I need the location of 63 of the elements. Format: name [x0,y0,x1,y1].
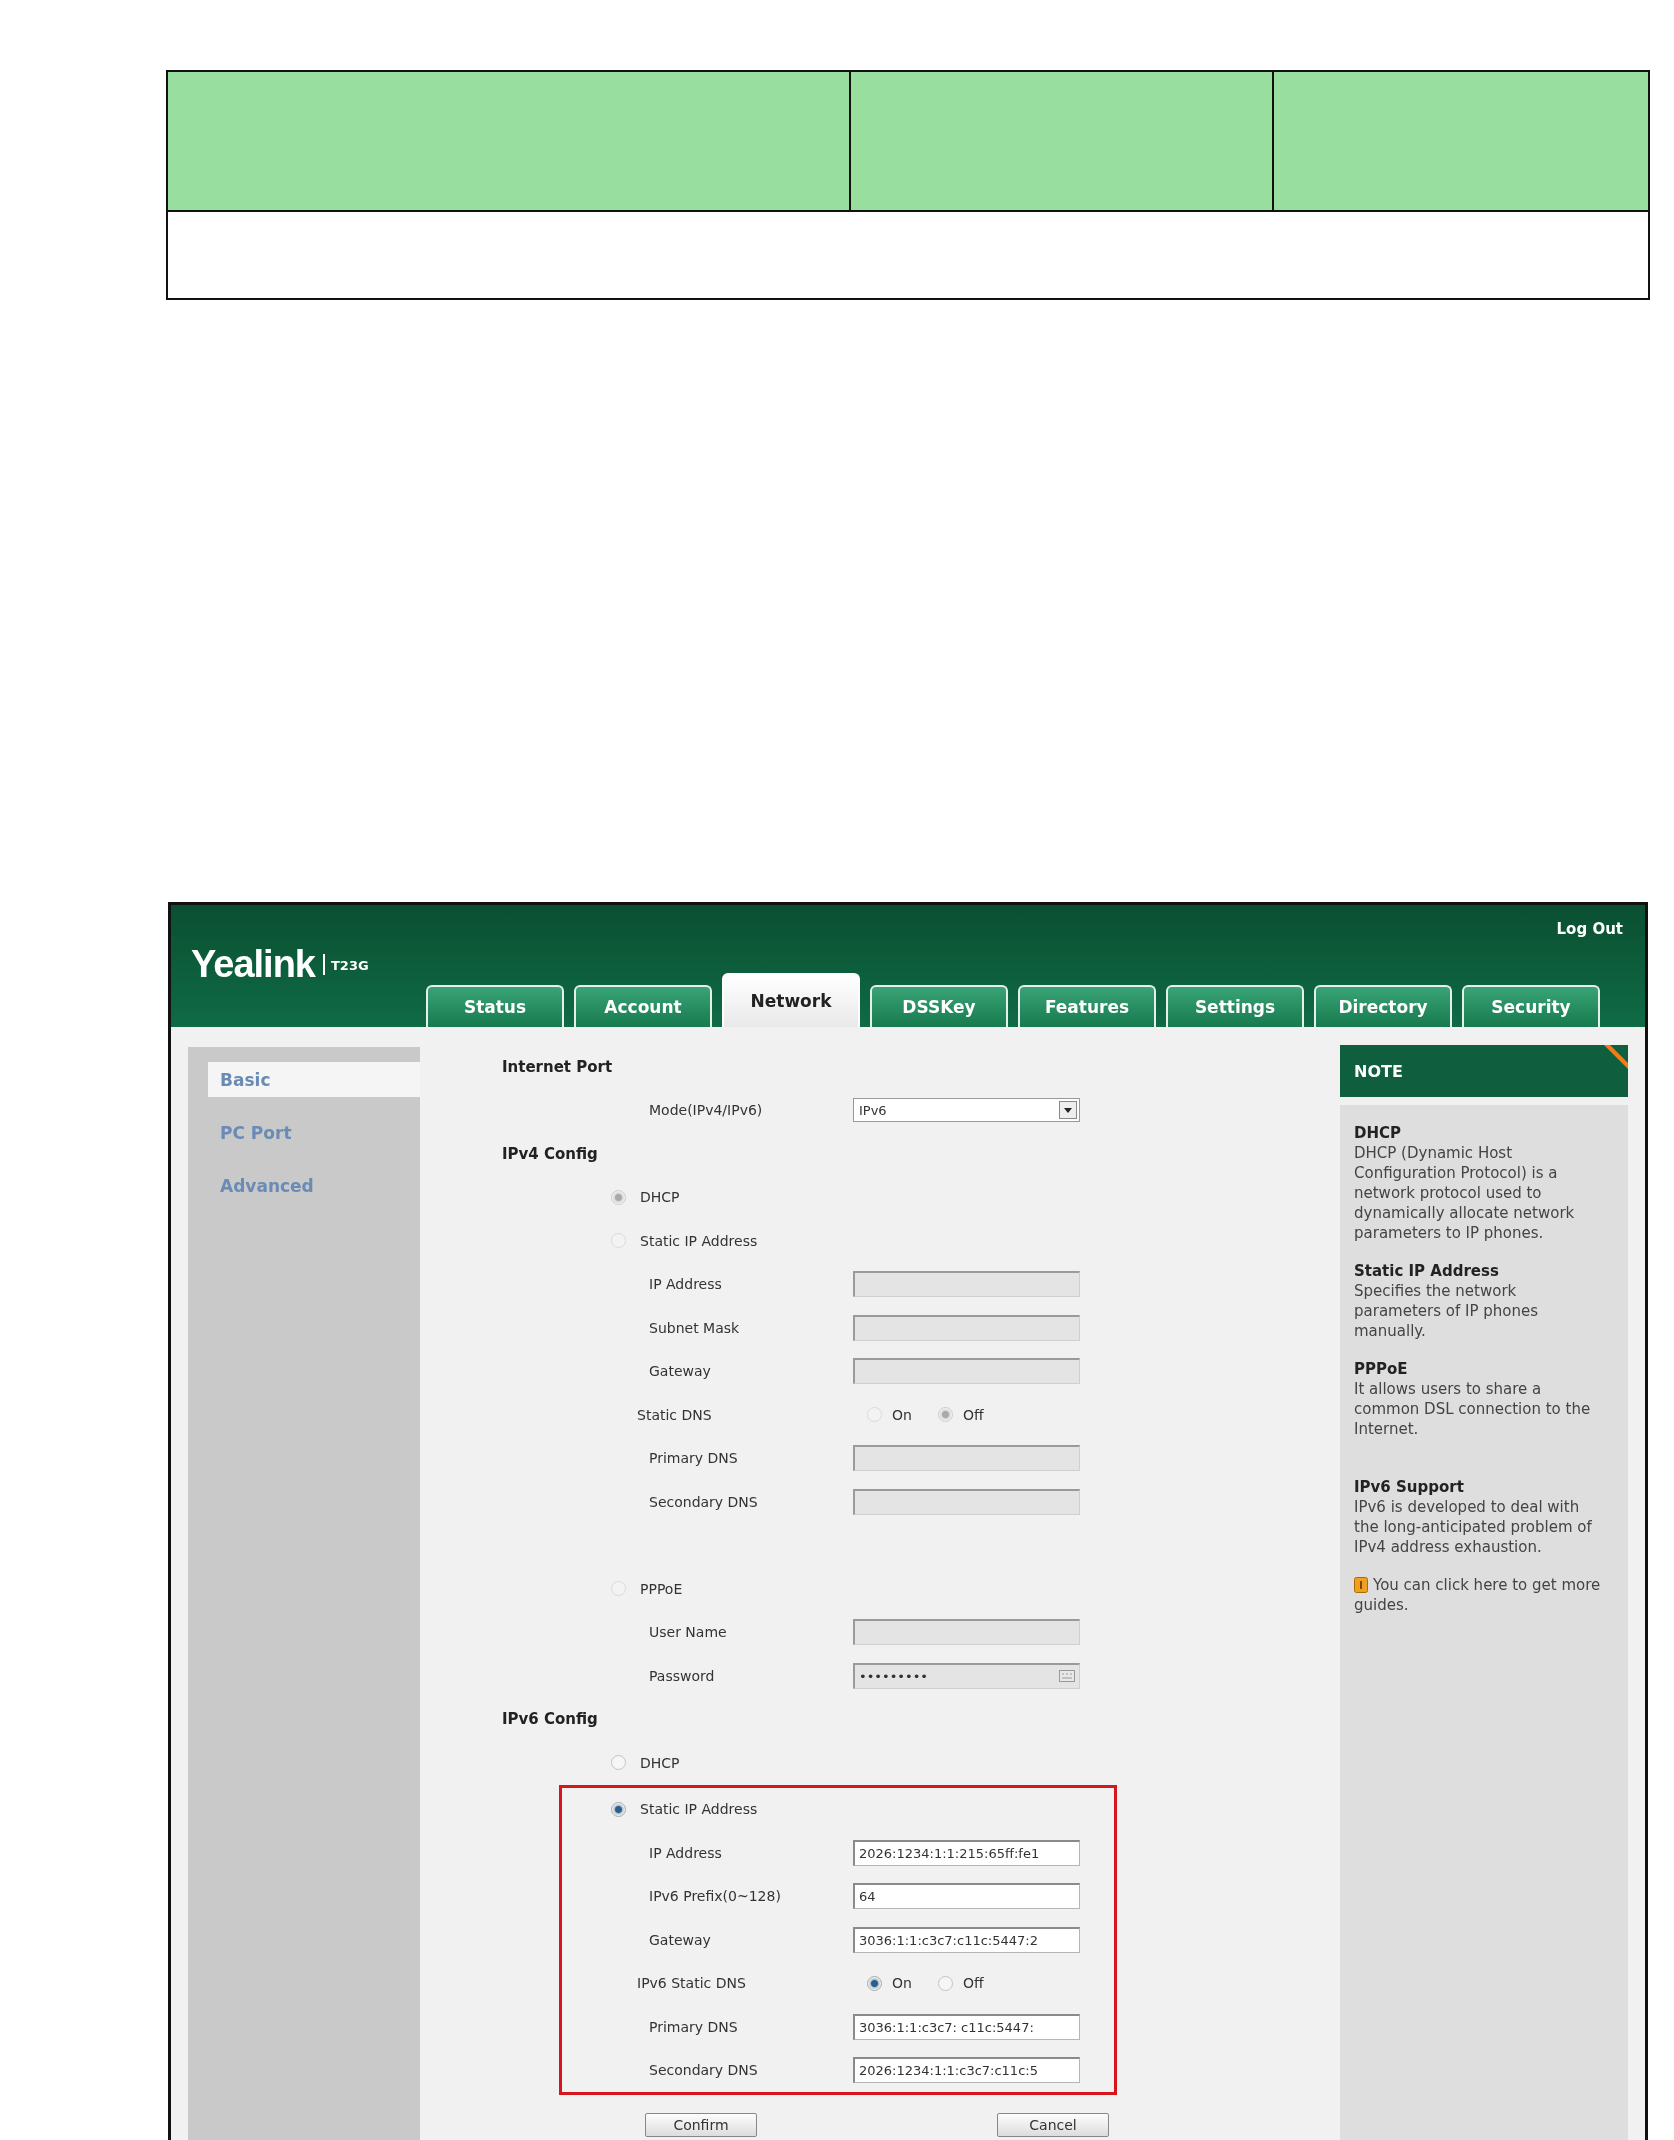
field-label: Password [648,1667,716,1684]
option-label: Off [962,1406,984,1423]
square-icon [1354,1577,1368,1593]
note-text: It allows users to share a common DSL connection to the Internet. [1354,1379,1592,1439]
radio-button[interactable] [937,1975,953,1991]
section-heading: IPv4 Config [501,1143,599,1165]
field-label: Subnet Mask [648,1319,741,1336]
tab[interactable]: DSSKey [870,985,1008,1027]
field-label: Primary DNS [648,2018,739,2035]
input-field[interactable]: 64 [853,1883,1080,1910]
option-label: DHCP [640,1754,680,1771]
option-label: PPPoE [640,1580,683,1597]
note-text: IPv6 is developed to deal with the long-anticipated problem of IPv4 address exhaustion. [1354,1497,1593,1557]
field-label: IP Address [648,1276,723,1293]
option-label: Static IP Address [640,1232,758,1249]
note-heading: IPv6 Support [1354,1477,1465,1497]
field-label: Gateway [648,1931,712,1948]
option-label: DHCP [640,1189,680,1206]
form-button[interactable]: Confirm [645,2113,757,2137]
section-heading: Internet Port [501,1056,614,1078]
field-label: Gateway [648,1363,712,1380]
field-label: Static DNS [636,1406,713,1423]
tab[interactable]: Account [574,985,712,1027]
radio-button[interactable] [611,1801,626,1817]
option-label: On [892,1975,912,1992]
radio-button[interactable] [611,1755,626,1771]
input-field[interactable]: 2026:1234:1:1:215:65ff:fe1 [853,1839,1080,1866]
logo-text: Yealink [191,943,315,986]
field-label: Mode(IPv4/IPv6) [648,1102,764,1119]
radio-button[interactable] [867,1975,882,1991]
field-label: IPv6 Prefix(0~128) [648,1888,782,1905]
note-text: DHCP (Dynamic Host Configuration Protocol) is a network protocol used to dynamically allocate network parameters to IP phones. [1354,1143,1576,1243]
input-field[interactable]: 3036:1:1:c3c7: c11c:5447: [853,2013,1080,2040]
note-heading: DHCP [1354,1123,1402,1143]
input-field[interactable]: 3036:1:1:c3c7:c11c:5447:2 [853,1926,1080,1953]
model-label: T23G [323,954,369,975]
folded-corner-icon [1604,1045,1628,1069]
field-label: Secondary DNS [648,1493,759,1510]
input-field[interactable]: 2026:1234:1:1:c3c7:c11c:5 [853,2057,1080,2084]
option-label: Static IP Address [640,1801,758,1818]
note-text: Specifies the network parameters of IP phones manually. [1354,1281,1539,1341]
tab[interactable]: Settings [1166,985,1304,1027]
guide-link[interactable]: You can click here to get more guides. [1354,1575,1604,1615]
tab[interactable]: Status [426,985,564,1027]
form-button[interactable]: Cancel [997,2113,1109,2137]
option-label: On [892,1406,912,1423]
option-label: Off [962,1975,984,1992]
note-heading: PPPoE [1354,1359,1409,1379]
keyboard-icon [1059,1670,1075,1683]
section-heading: IPv6 Config [501,1709,599,1731]
note-heading: Static IP Address [1354,1261,1500,1281]
field-label: IPv6 Static DNS [636,1975,747,1992]
field-label: Secondary DNS [648,2062,759,2079]
field-label: IP Address [648,1844,723,1861]
tab[interactable]: Features [1018,985,1156,1027]
mode-dropdown[interactable]: IPv6 [853,1098,1080,1123]
tab[interactable]: Security [1462,985,1600,1027]
tab[interactable]: Network [722,973,860,1027]
logout-link[interactable]: Log Out [1556,915,1623,943]
field-label: Primary DNS [648,1450,739,1467]
tab[interactable]: Directory [1314,985,1452,1027]
field-label: User Name [648,1624,728,1641]
note-header: NOTE [1340,1045,1628,1097]
